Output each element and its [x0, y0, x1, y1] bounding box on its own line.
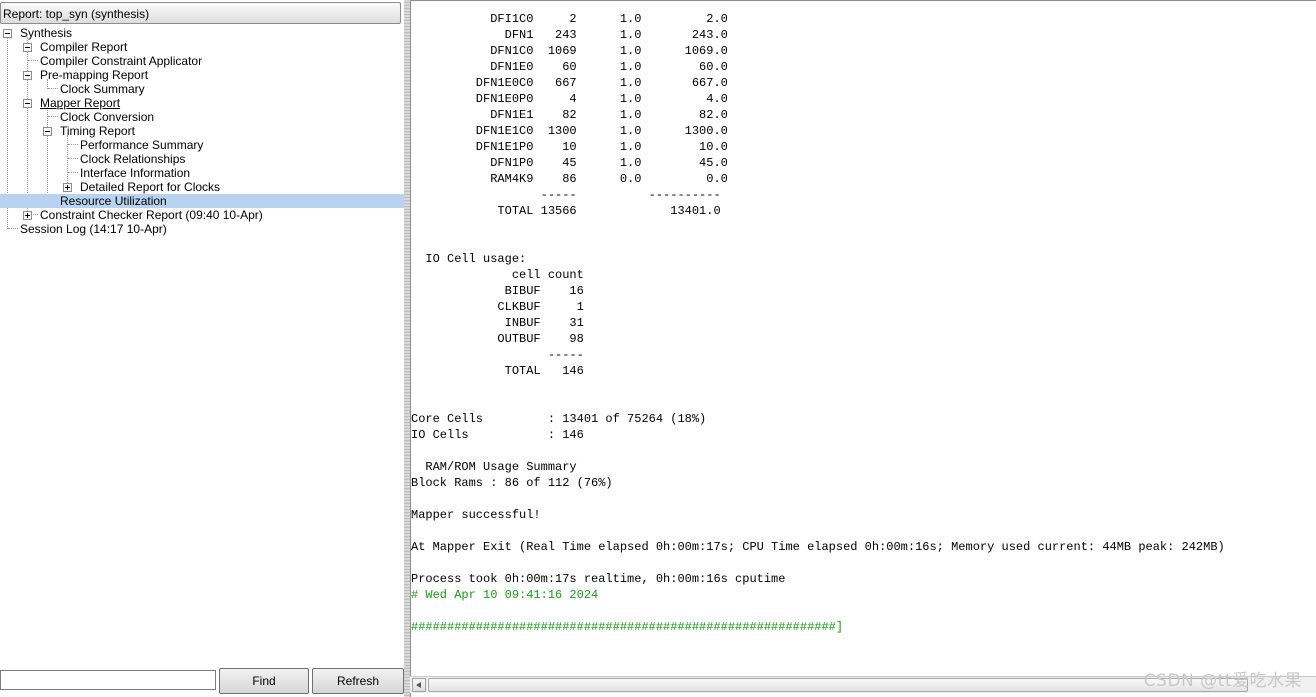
report-log-view: DFI1C0 2 1.0 2.0 DFN1 243 1.0 243.0 DFN1…: [410, 0, 1316, 697]
tree-item-label: Mapper Report: [40, 96, 121, 110]
tree-item-label: Constraint Checker Report (09:40 10-Apr): [40, 208, 263, 222]
log-line: cell count: [411, 268, 584, 282]
tree-item-timing-report[interactable]: Timing Report: [0, 124, 404, 138]
collapse-icon[interactable]: [23, 99, 32, 108]
log-line: TOTAL 146: [411, 364, 584, 378]
tree-item-clock-summary[interactable]: Clock Summary: [0, 82, 404, 96]
tree-item-performance-summary[interactable]: Performance Summary: [0, 138, 404, 152]
watermark: CSDN @tt爱吃水果: [1143, 671, 1302, 691]
tree-item-label: Compiler Constraint Applicator: [40, 54, 203, 68]
collapse-icon[interactable]: [23, 71, 32, 80]
log-line: DFN1C0 1069 1.0 1069.0: [411, 44, 728, 58]
log-line: ########################################…: [411, 620, 844, 634]
tree-item-label: Synthesis: [20, 26, 73, 40]
find-button[interactable]: Find: [219, 668, 309, 694]
log-line: ----- ----------: [411, 188, 721, 202]
tree-item-session-log[interactable]: Session Log (14:17 10-Apr): [0, 222, 404, 236]
tree-item-label: Clock Relationships: [80, 152, 186, 166]
log-line: OUTBUF 98: [411, 332, 584, 346]
collapse-icon[interactable]: [23, 43, 32, 52]
tree-item-clock-conversion[interactable]: Clock Conversion: [0, 110, 404, 124]
tree-item-label: Interface Information: [80, 166, 191, 180]
expand-icon[interactable]: [23, 211, 32, 220]
tree-item-compiler-constraint-applicator[interactable]: Compiler Constraint Applicator: [0, 54, 404, 68]
tree-item-label: Timing Report: [60, 124, 135, 138]
tree-item-label: Resource Utilization: [60, 194, 167, 208]
log-line: CLKBUF 1: [411, 300, 584, 314]
log-line: Block Rams : 86 of 112 (76%): [411, 476, 613, 490]
log-line: DFI1C0 2 1.0 2.0: [411, 12, 728, 26]
report-tree-pane: Report: top_syn (synthesis) Synthesis Co…: [0, 0, 404, 697]
log-line: # Wed Apr 10 09:41:16 2024: [411, 588, 599, 602]
log-line: BIBUF 16: [411, 284, 584, 298]
tree-item-pre-mapping-report[interactable]: Pre-mapping Report: [0, 68, 404, 82]
log-line: -----: [411, 348, 584, 362]
log-line: RAM4K9 86 0.0 0.0: [411, 172, 728, 186]
find-toolbar: Find Refresh: [0, 666, 404, 697]
tree-item-constraint-checker-report[interactable]: Constraint Checker Report (09:40 10-Apr): [0, 208, 404, 222]
tree-item-label: Clock Conversion: [60, 110, 155, 124]
tree-item-detailed-report-for-clocks[interactable]: Detailed Report for Clocks: [0, 180, 404, 194]
tree-item-label: Detailed Report for Clocks: [80, 180, 221, 194]
log-line: Mapper successful!: [411, 508, 541, 522]
collapse-icon[interactable]: [3, 29, 12, 38]
report-tree: Synthesis Compiler Report Compiler Const…: [0, 25, 404, 665]
log-line: Process took 0h:00m:17s realtime, 0h:00m…: [411, 572, 786, 586]
collapse-icon[interactable]: [43, 127, 52, 136]
log-line: DFN1E0P0 4 1.0 4.0: [411, 92, 728, 106]
log-line: Core Cells : 13401 of 75264 (18%): [411, 412, 707, 426]
tree-item-label: Pre-mapping Report: [40, 68, 149, 82]
tree-item-interface-information[interactable]: Interface Information: [0, 166, 404, 180]
find-input[interactable]: [0, 670, 216, 690]
tree-item-resource-utilization[interactable]: Resource Utilization: [0, 194, 404, 208]
tree-item-compiler-report[interactable]: Compiler Report: [0, 40, 404, 54]
log-line: IO Cell usage:: [411, 252, 527, 266]
log-line: At Mapper Exit (Real Time elapsed 0h:00m…: [411, 540, 1225, 554]
log-line: DFN1E1 82 1.0 82.0: [411, 108, 728, 122]
log-line: RAM/ROM Usage Summary: [411, 460, 577, 474]
log-line: DFN1E0C0 667 1.0 667.0: [411, 76, 728, 90]
log-line: TOTAL 13566 13401.0: [411, 204, 721, 218]
report-title-bar: Report: top_syn (synthesis): [0, 2, 401, 24]
log-text: DFI1C0 2 1.0 2.0 DFN1 243 1.0 243.0 DFN1…: [411, 11, 1316, 635]
log-line: DFN1P0 45 1.0 45.0: [411, 156, 728, 170]
log-line: DFN1E0 60 1.0 60.0: [411, 60, 728, 74]
tree-item-label: Performance Summary: [80, 138, 204, 152]
refresh-button[interactable]: Refresh: [312, 668, 404, 694]
expand-icon[interactable]: [63, 183, 72, 192]
tree-item-mapper-report[interactable]: Mapper Report: [0, 96, 404, 110]
tree-item-clock-relationships[interactable]: Clock Relationships: [0, 152, 404, 166]
log-line: INBUF 31: [411, 316, 584, 330]
log-line: IO Cells : 146: [411, 428, 584, 442]
tree-item-label: Session Log (14:17 10-Apr): [20, 222, 167, 236]
log-line: DFN1E1C0 1300 1.0 1300.0: [411, 124, 728, 138]
tree-item-label: Compiler Report: [40, 40, 128, 54]
tree-item-label: Clock Summary: [60, 82, 145, 96]
tree-item-synthesis[interactable]: Synthesis: [0, 26, 404, 40]
log-line: DFN1 243 1.0 243.0: [411, 28, 728, 42]
scroll-left-arrow-icon[interactable]: [412, 678, 426, 692]
log-line: DFN1E1P0 10 1.0 10.0: [411, 140, 728, 154]
scrollbar-thumb[interactable]: [428, 678, 1248, 692]
